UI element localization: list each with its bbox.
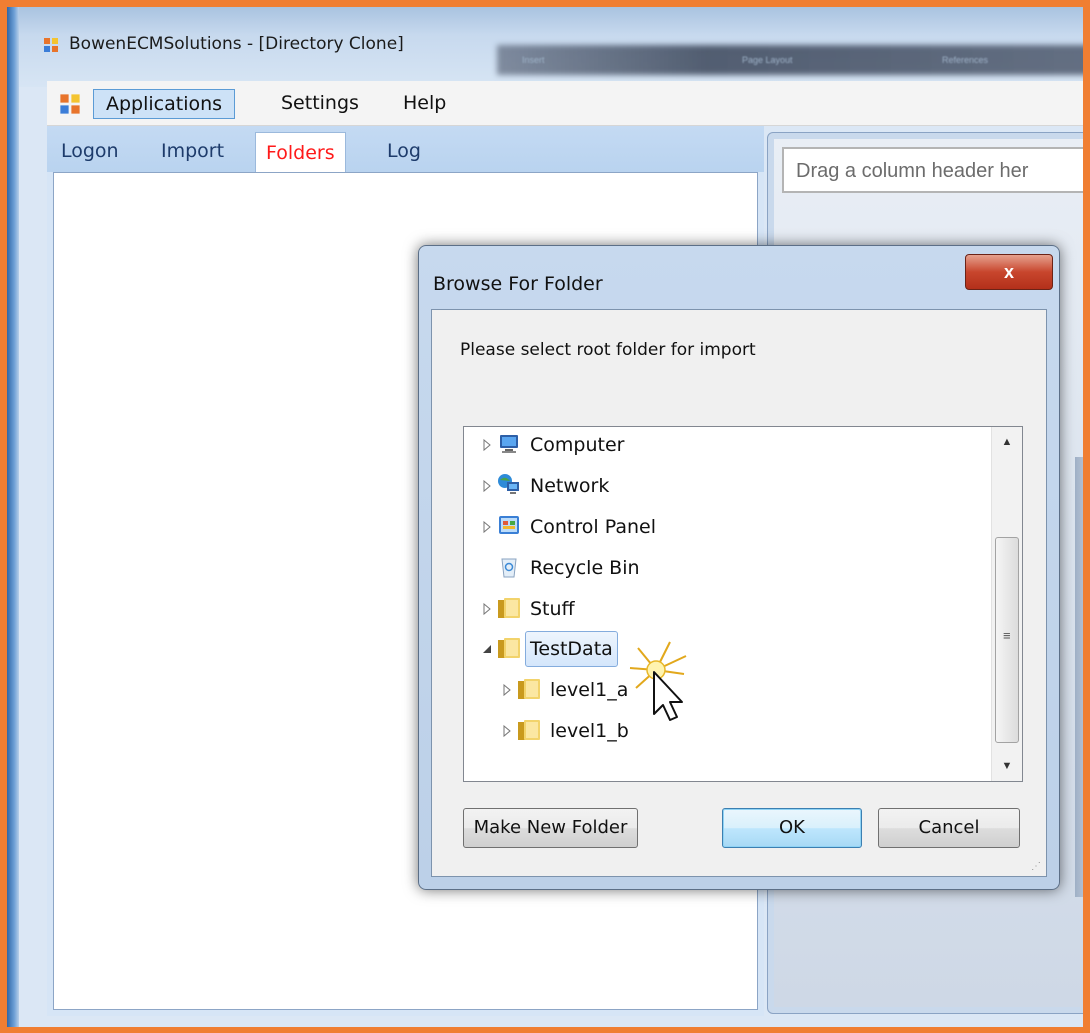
scroll-thumb[interactable]: ≡ bbox=[995, 537, 1019, 743]
close-icon: x bbox=[1003, 262, 1014, 282]
folder-icon bbox=[498, 638, 520, 658]
network-icon bbox=[498, 474, 519, 494]
dialog-title: Browse For Folder bbox=[433, 273, 603, 295]
tree-scrollbar[interactable]: ▲ ≡ ▼ bbox=[991, 427, 1022, 781]
expand-arrow-icon[interactable] bbox=[482, 479, 492, 493]
cancel-button[interactable]: Cancel bbox=[878, 808, 1020, 848]
tree-item-label: Stuff bbox=[530, 598, 575, 620]
browse-folder-dialog: Browse For Folder x Please select root f… bbox=[418, 245, 1060, 890]
resize-grip-icon[interactable]: ⋰ bbox=[1031, 861, 1041, 872]
dialog-prompt: Please select root folder for import bbox=[460, 340, 756, 360]
tree-item-label: level1_a bbox=[550, 679, 629, 701]
control-panel-icon bbox=[499, 516, 519, 534]
computer-icon bbox=[500, 435, 518, 453]
expand-arrow-icon[interactable] bbox=[502, 683, 512, 697]
tree-item-label: Network bbox=[530, 475, 610, 497]
collapse-arrow-icon[interactable] bbox=[482, 642, 492, 656]
tree-item-label: level1_b bbox=[550, 720, 629, 742]
folder-icon bbox=[518, 720, 540, 740]
folder-icon bbox=[498, 598, 520, 618]
folder-tree[interactable]: Computer Network Control Panel Recycle B… bbox=[463, 426, 1023, 782]
expand-arrow-icon[interactable] bbox=[502, 724, 512, 738]
tree-item-label: TestData bbox=[525, 631, 618, 667]
folder-icon bbox=[518, 679, 540, 699]
mouse-cursor-icon bbox=[629, 641, 687, 721]
tree-item-label: Control Panel bbox=[530, 516, 656, 538]
tree-item-label: Computer bbox=[530, 434, 625, 456]
tree-item-label: Recycle Bin bbox=[530, 557, 640, 579]
ok-button[interactable]: OK bbox=[722, 808, 862, 848]
dialog-body: Please select root folder for import Com… bbox=[431, 309, 1047, 877]
scroll-up-arrow-icon[interactable]: ▲ bbox=[992, 427, 1022, 457]
scroll-grip-icon: ≡ bbox=[1003, 628, 1011, 643]
scroll-down-arrow-icon[interactable]: ▼ bbox=[992, 751, 1022, 781]
close-button[interactable]: x bbox=[965, 254, 1053, 290]
expand-arrow-icon[interactable] bbox=[482, 520, 492, 534]
make-new-folder-button[interactable]: Make New Folder bbox=[463, 808, 638, 848]
recycle-bin-icon bbox=[501, 558, 517, 578]
expand-arrow-icon[interactable] bbox=[482, 438, 492, 452]
expand-arrow-icon[interactable] bbox=[482, 602, 492, 616]
